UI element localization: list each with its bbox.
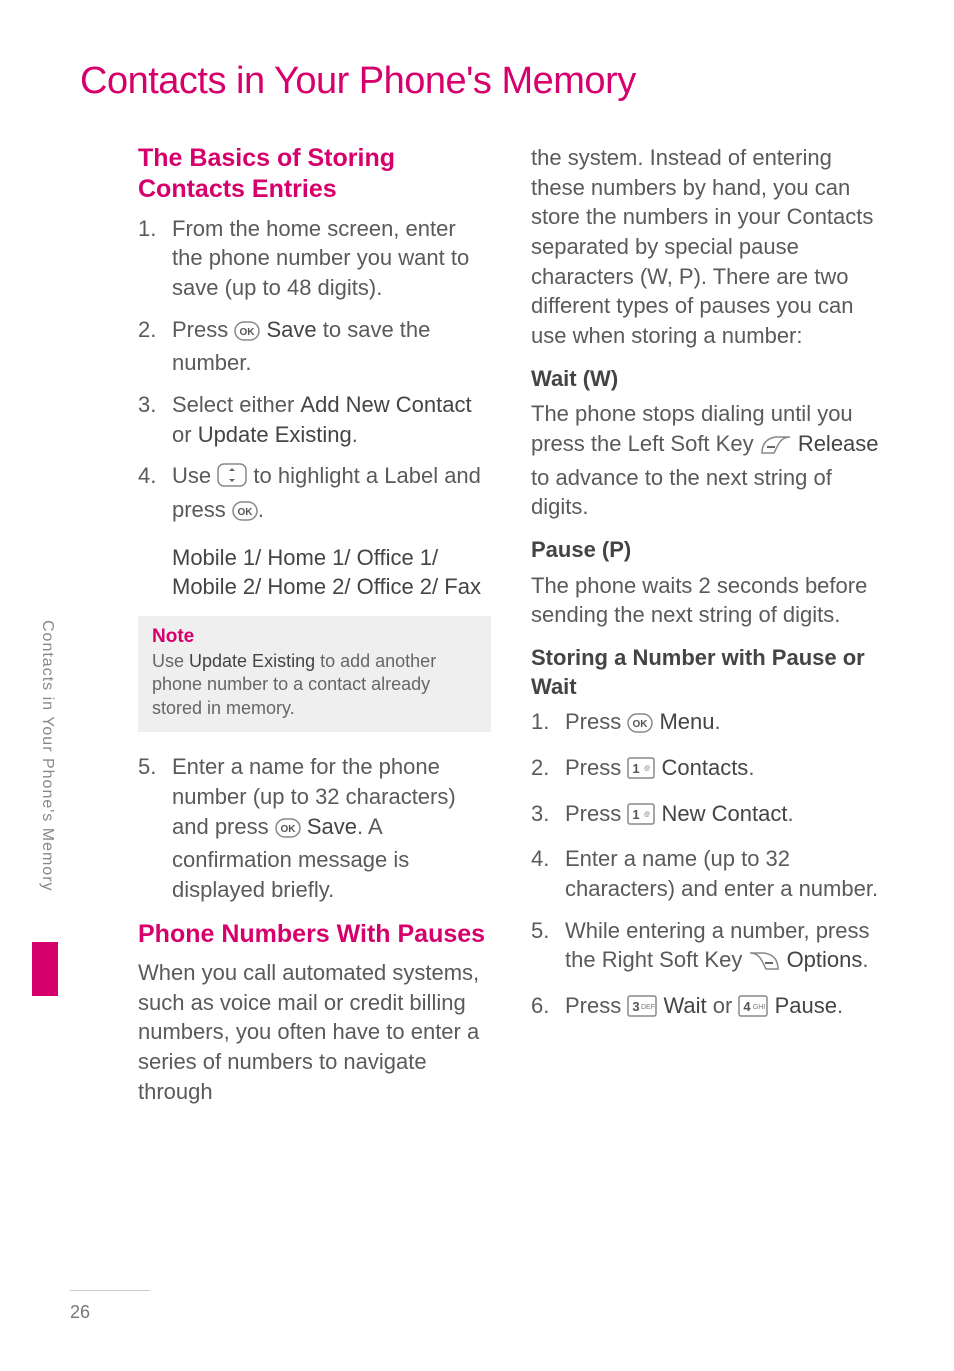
text-bold: Update Existing [198, 422, 352, 447]
svg-text:3: 3 [633, 999, 640, 1014]
list-item: Use to highlight a Label and press OK . [138, 461, 491, 528]
text: . [748, 755, 754, 780]
heading-basics: The Basics of Storing Contacts Entries [138, 143, 491, 206]
svg-text:1: 1 [633, 761, 640, 776]
text: . [862, 947, 868, 972]
right-soft-key-icon [748, 949, 780, 979]
text: . [787, 801, 793, 826]
svg-text:OK: OK [280, 824, 296, 835]
sidebar-tab: Contacts in Your Phone's Memory [38, 620, 62, 970]
ok-key-icon: OK [234, 319, 260, 349]
keypad-3-icon: 3DEF [627, 995, 657, 1025]
svg-text:OK: OK [633, 719, 649, 730]
keypad-4-icon: 4GHI [738, 995, 768, 1025]
keypad-1-icon: 1@ [627, 803, 655, 833]
ok-key-icon: OK [627, 711, 653, 741]
text: Use [152, 651, 189, 671]
sidebar-label: Contacts in Your Phone's Memory [38, 620, 56, 892]
list-item: Press 1@ New Contact. [531, 799, 884, 833]
text: Press [565, 801, 627, 826]
svg-text:@: @ [644, 812, 650, 818]
storing-steps: Press OK Menu. Press 1@ Contacts. Press [531, 707, 884, 1025]
svg-text:1: 1 [633, 807, 640, 822]
svg-text:OK: OK [237, 507, 253, 518]
note-title: Note [152, 626, 477, 648]
list-item: Enter a name (up to 32 characters) and e… [531, 844, 884, 903]
text: Select either [172, 392, 300, 417]
text-bold: Contacts [661, 755, 748, 780]
svg-text:OK: OK [240, 327, 256, 338]
text: or [707, 993, 739, 1018]
note-box: Note Use Update Existing to add another … [138, 616, 491, 732]
list-item: Select either Add New Contact or Update … [138, 390, 491, 449]
pauses-intro: When you call automated systems, such as… [138, 958, 491, 1106]
text-bold: Update Existing [189, 651, 315, 671]
text-bold: Options [787, 947, 863, 972]
text: . [352, 422, 358, 447]
pauses-cont: the system. Instead of entering these nu… [531, 143, 884, 351]
text: Press [565, 709, 627, 734]
svg-text:DEF: DEF [641, 1004, 655, 1011]
page-title: Contacts in Your Phone's Memory [80, 60, 884, 103]
sidebar-accent-bar [32, 942, 58, 996]
heading-wait: Wait (W) [531, 365, 884, 394]
list-item: Press OK Save to save the number. [138, 315, 491, 378]
text-bold: Release [798, 431, 879, 456]
heading-pause: Pause (P) [531, 536, 884, 565]
text: Use [172, 463, 217, 488]
text: Press [565, 993, 627, 1018]
text-bold: Menu [659, 709, 714, 734]
ok-key-icon: OK [232, 499, 258, 529]
left-soft-key-icon [760, 433, 792, 463]
keypad-1-icon: 1@ [627, 757, 655, 787]
basics-steps-cont: Enter a name for the phone number (up to… [138, 752, 491, 904]
left-column: The Basics of Storing Contacts Entries F… [138, 143, 491, 1120]
text-bold: Save [266, 317, 316, 342]
basics-steps: From the home screen, enter the phone nu… [138, 214, 491, 529]
ok-key-icon: OK [275, 816, 301, 846]
text: . [837, 993, 843, 1018]
list-item: Press OK Menu. [531, 707, 884, 741]
svg-text:@: @ [644, 766, 650, 772]
text-bold: Save [307, 814, 357, 839]
list-item: Press 3DEF Wait or 4GHI Pause. [531, 991, 884, 1025]
text-bold: Pause [775, 993, 837, 1018]
labels-list: Mobile 1/ Home 1/ Office 1/ Mobile 2/ Ho… [172, 543, 491, 602]
text: Press [172, 317, 234, 342]
text: Press [565, 755, 627, 780]
footer-rule [70, 1290, 150, 1291]
heading-pauses: Phone Numbers With Pauses [138, 919, 491, 950]
text-bold: Wait [663, 993, 706, 1018]
svg-text:4: 4 [744, 999, 752, 1014]
text: to advance to the next string of digits. [531, 465, 832, 520]
note-body: Use Update Existing to add another phone… [152, 650, 477, 720]
page-number: 26 [70, 1302, 90, 1323]
wait-body: The phone stops dialing until you press … [531, 399, 884, 522]
right-column: the system. Instead of entering these nu… [531, 143, 884, 1120]
nav-key-icon [217, 463, 247, 495]
list-item: Press 1@ Contacts. [531, 753, 884, 787]
text: . [715, 709, 721, 734]
text: or [172, 422, 198, 447]
pause-body: The phone waits 2 seconds before sending… [531, 571, 884, 630]
list-item: Enter a name for the phone number (up to… [138, 752, 491, 904]
list-item: While entering a number, press the Right… [531, 916, 884, 979]
text-bold: Add New Contact [300, 392, 471, 417]
text: . [258, 497, 264, 522]
list-item: From the home screen, enter the phone nu… [138, 214, 491, 303]
heading-storing: Storing a Number with Pause or Wait [531, 644, 884, 701]
text-bold: New Contact [661, 801, 787, 826]
svg-text:GHI: GHI [753, 1004, 766, 1011]
